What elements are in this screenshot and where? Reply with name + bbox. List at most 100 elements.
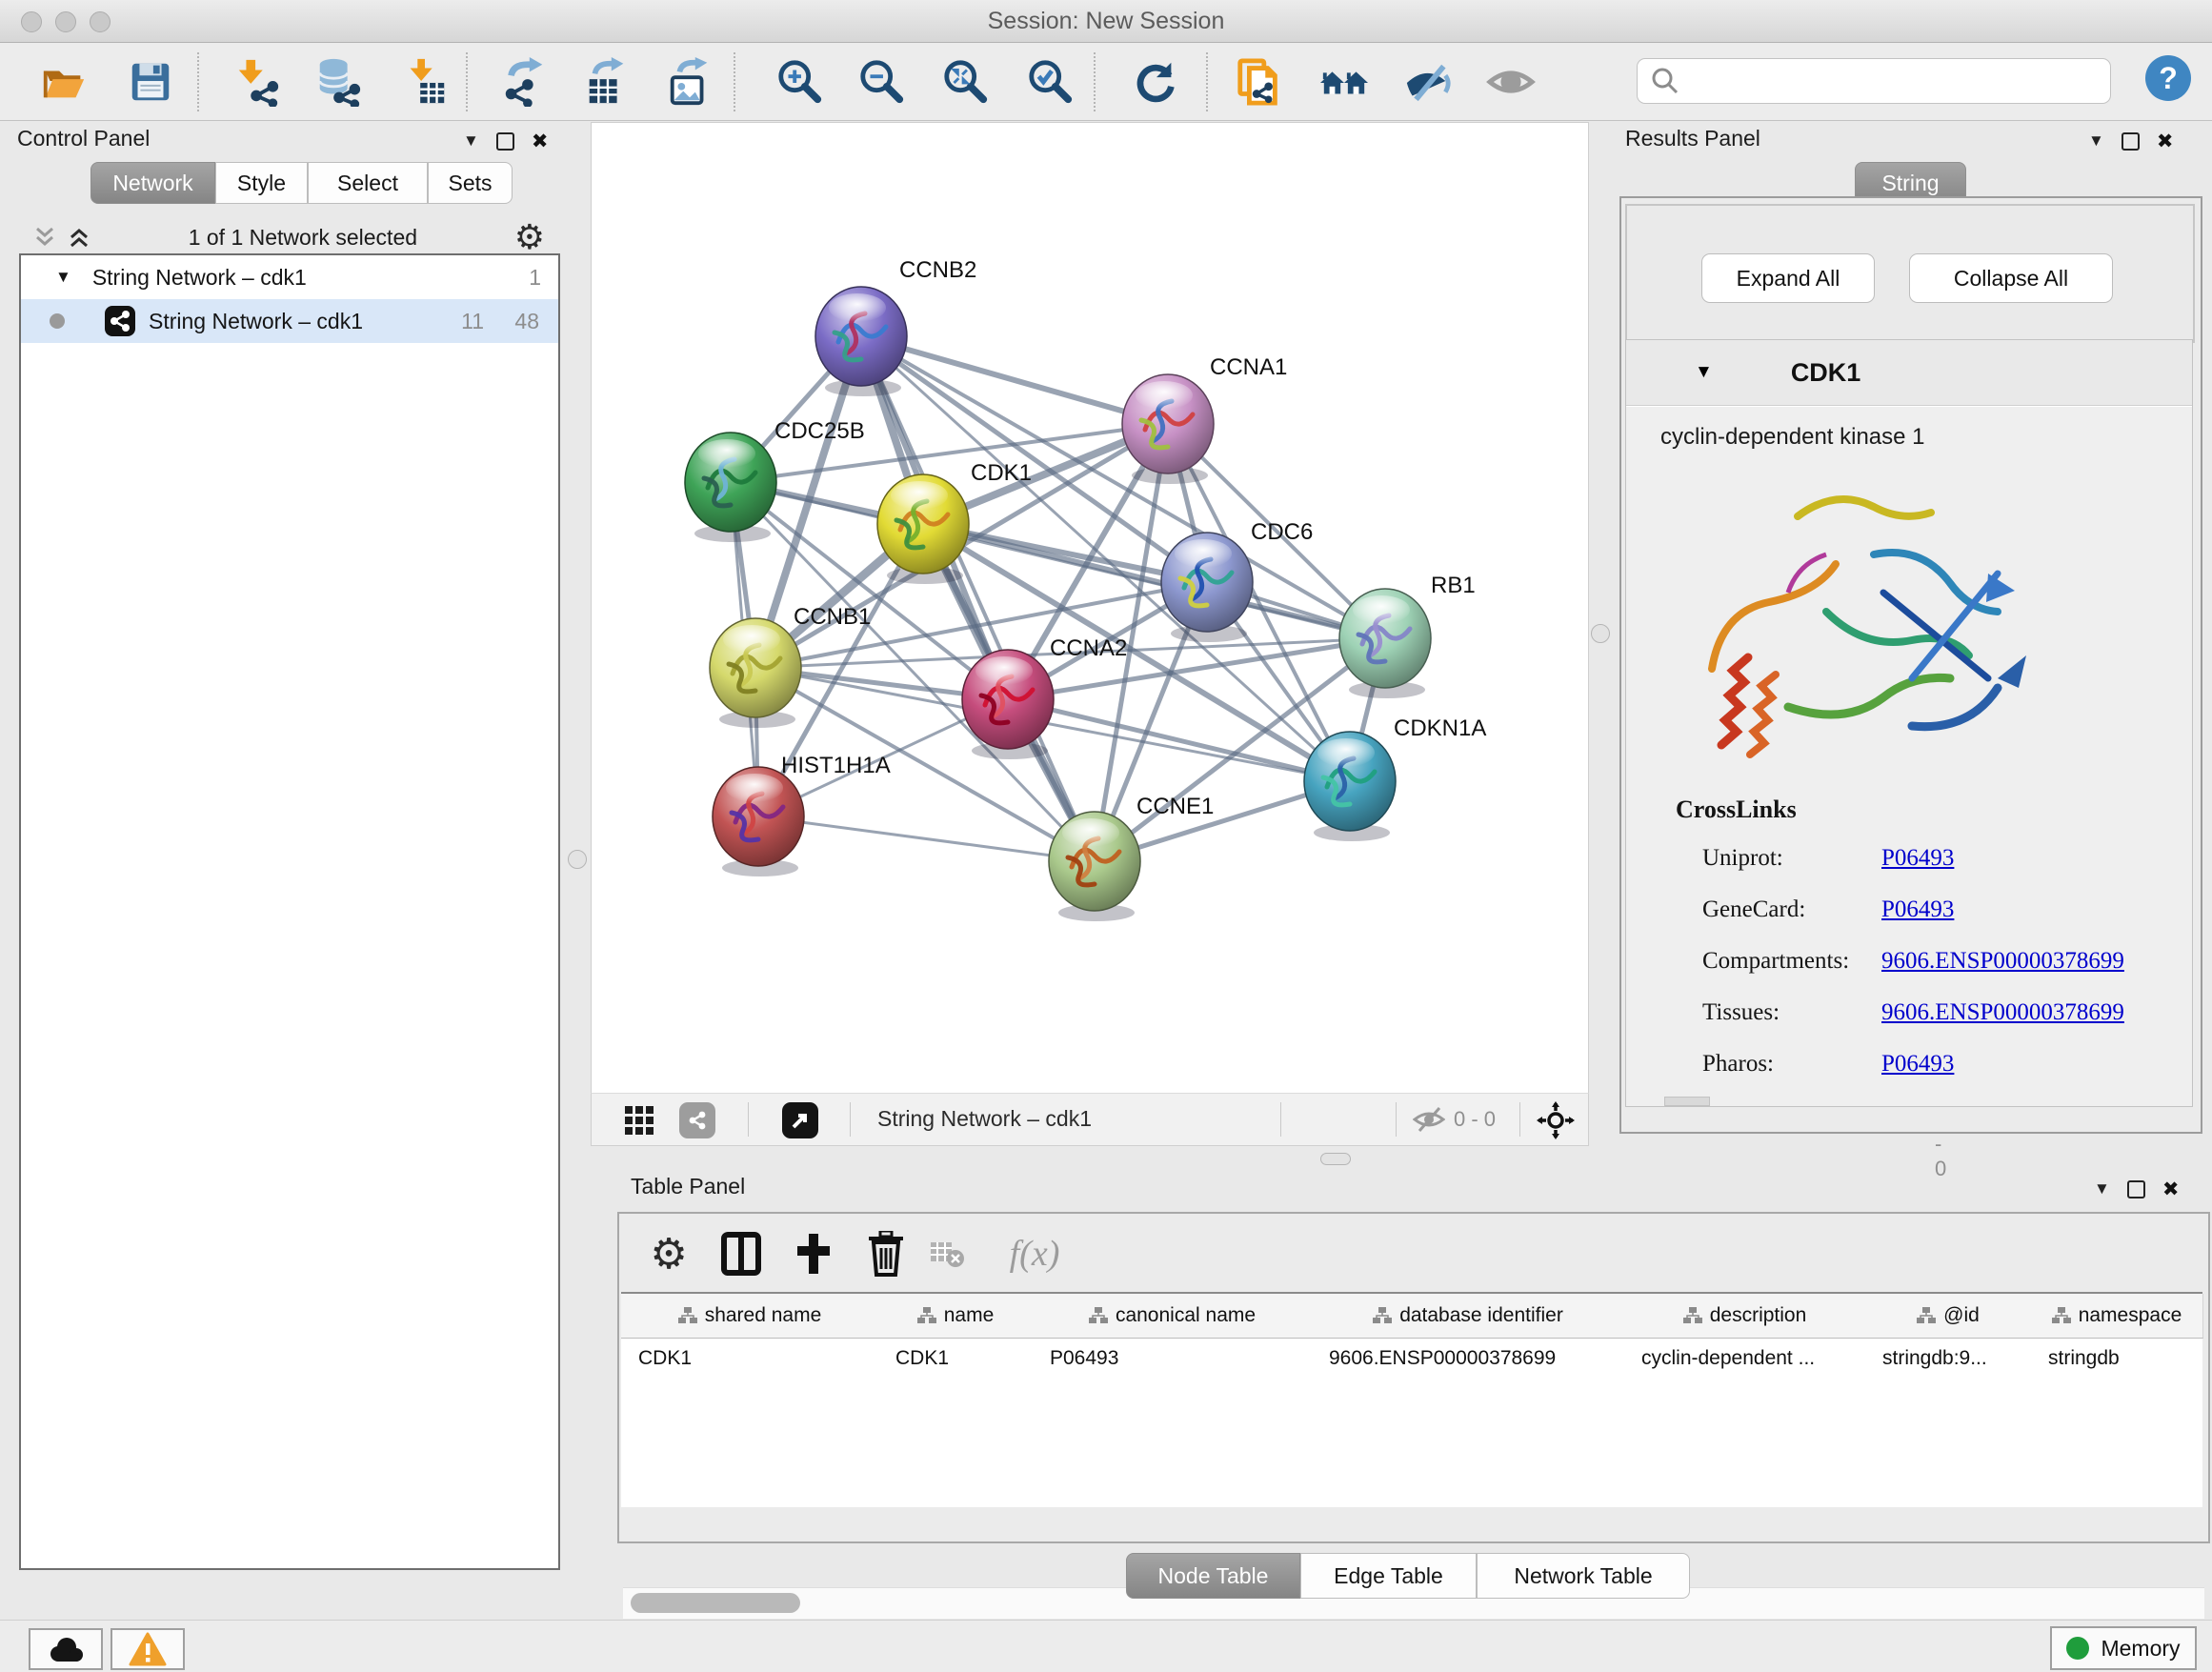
hidden-eye-icon[interactable]	[1413, 1105, 1445, 1138]
save-session-icon[interactable]	[125, 56, 176, 108]
close-panel-icon[interactable]: ✖	[2162, 1178, 2180, 1200]
warning-status-button[interactable]	[111, 1628, 185, 1670]
collapse-panel-icon[interactable]: ▼	[463, 131, 479, 151]
crosslink-value[interactable]: 9606.ENSP00000378699	[1881, 999, 2124, 1026]
table-cell[interactable]: stringdb	[2031, 1339, 2202, 1379]
network-node[interactable]: RB1	[1339, 573, 1476, 698]
table-cell[interactable]: cyclin-dependent ...	[1624, 1339, 1865, 1379]
open-session-icon[interactable]	[38, 56, 90, 108]
table-options-gear-icon[interactable]: ⚙	[642, 1227, 695, 1280]
import-network-file-icon[interactable]	[231, 56, 283, 108]
export-table-icon[interactable]	[581, 56, 633, 108]
collapse-panel-icon[interactable]: ▼	[2094, 1179, 2110, 1199]
fit-selected-crosshair-icon[interactable]	[1537, 1101, 1575, 1144]
network-canvas-container[interactable]: CCNB2CCNA1CDC25BCDK1CDC6RB1CCNB1CCNA2CDK…	[591, 122, 1589, 1094]
hide-selected-icon[interactable]	[1402, 56, 1454, 108]
close-panel-icon[interactable]: ✖	[532, 130, 549, 152]
zoom-in-icon[interactable]	[774, 56, 826, 108]
tab-sets[interactable]: Sets	[428, 162, 513, 204]
memory-button[interactable]: Memory	[2050, 1626, 2197, 1670]
delete-column-trash-icon[interactable]	[859, 1227, 913, 1280]
zoom-out-icon[interactable]	[856, 56, 908, 108]
crosslink-value[interactable]: 9606.ENSP00000378699	[1881, 948, 2124, 975]
grid-view-icon[interactable]	[624, 1105, 654, 1140]
view-toolbar-separator	[850, 1102, 851, 1137]
first-neighbors-icon[interactable]	[1318, 56, 1370, 108]
tab-network-table[interactable]: Network Table	[1477, 1553, 1690, 1599]
left-splitter-handle[interactable]	[568, 850, 587, 869]
export-image-icon[interactable]	[664, 56, 715, 108]
collapse-all-icon[interactable]	[32, 225, 57, 250]
network-row[interactable]: String Network – cdk1 11 48	[21, 299, 558, 343]
section-collapse-icon[interactable]: ▼	[1695, 362, 1713, 383]
column-header[interactable]: database identifier	[1312, 1294, 1625, 1339]
network-node[interactable]: CCNB2	[815, 257, 976, 396]
table-cell[interactable]: stringdb:9...	[1865, 1339, 2031, 1379]
cloud-status-button[interactable]	[29, 1628, 103, 1670]
network-node[interactable]: CDC25B	[685, 418, 865, 542]
tree-expand-icon[interactable]: ▼	[55, 268, 71, 287]
network-node[interactable]: CCNA1	[1122, 354, 1287, 484]
tab-edge-table[interactable]: Edge Table	[1300, 1553, 1477, 1599]
collapse-all-button[interactable]: Collapse All	[1909, 253, 2113, 303]
scrollbar-thumb[interactable]	[631, 1593, 800, 1613]
table-cell[interactable]: CDK1	[621, 1339, 878, 1379]
show-all-icon[interactable]	[1485, 56, 1537, 108]
clone-network-icon[interactable]	[1234, 56, 1285, 108]
network-options-gear-icon[interactable]: ⚙	[514, 218, 545, 257]
birdseye-view-icon[interactable]	[782, 1102, 818, 1138]
column-header[interactable]: @id	[1865, 1294, 2032, 1339]
mini-scrollbar[interactable]	[1664, 1097, 1710, 1106]
export-network-icon[interactable]	[499, 56, 551, 108]
right-splitter-handle[interactable]	[1591, 624, 1610, 643]
network-node[interactable]: CDKN1A	[1304, 715, 1486, 841]
import-table-file-icon[interactable]	[399, 56, 451, 108]
cdk1-section-header[interactable]: ▼ CDK1	[1626, 340, 2192, 406]
network-node[interactable]: HIST1H1A	[713, 753, 891, 876]
search-input[interactable]	[1687, 68, 2110, 94]
column-header[interactable]: description	[1624, 1294, 1866, 1339]
expand-all-button[interactable]: Expand All	[1701, 253, 1875, 303]
show-columns-icon[interactable]	[714, 1227, 768, 1280]
expand-all-icon[interactable]	[67, 225, 91, 250]
import-network-database-icon[interactable]	[312, 56, 364, 108]
close-panel-icon[interactable]: ✖	[2157, 130, 2174, 152]
column-header[interactable]: shared name	[621, 1294, 879, 1339]
crosslink-value[interactable]: P06493	[1881, 896, 1954, 923]
table-cell[interactable]: CDK1	[878, 1339, 1033, 1379]
table-panel-title: Table Panel	[631, 1174, 745, 1199]
horizontal-splitter-handle[interactable]	[1320, 1153, 1351, 1165]
search-box[interactable]	[1637, 58, 2111, 104]
delete-table-icon[interactable]	[926, 1227, 968, 1280]
section-title: CDK1	[1791, 358, 1861, 388]
window-minimize-button[interactable]	[55, 11, 76, 32]
zoom-selected-icon[interactable]	[1025, 56, 1076, 108]
main-toolbar: ?	[0, 43, 2212, 121]
network-collection-row[interactable]: ▼ String Network – cdk1 1	[21, 255, 558, 299]
tab-node-table[interactable]: Node Table	[1126, 1553, 1300, 1599]
column-header[interactable]: name	[878, 1294, 1034, 1339]
tab-select[interactable]: Select	[308, 162, 428, 204]
tab-network[interactable]: Network	[90, 162, 215, 204]
help-icon[interactable]: ?	[2145, 55, 2191, 101]
collapse-panel-icon[interactable]: ▼	[2088, 131, 2104, 151]
float-panel-icon[interactable]	[2122, 132, 2140, 151]
tab-style[interactable]: Style	[215, 162, 308, 204]
function-builder-icon[interactable]: f(x)	[996, 1227, 1073, 1280]
window-close-button[interactable]	[21, 11, 42, 32]
table-cell[interactable]: P06493	[1033, 1339, 1312, 1379]
crosslink-value[interactable]: P06493	[1881, 1051, 1954, 1078]
table-cell[interactable]: 9606.ENSP00000378699	[1312, 1339, 1624, 1379]
network-node[interactable]: CCNB1	[710, 604, 871, 728]
column-header[interactable]: canonical name	[1033, 1294, 1313, 1339]
crosslink-value[interactable]: P06493	[1881, 845, 1954, 872]
create-column-plus-icon[interactable]	[787, 1227, 840, 1280]
zoom-fit-content-icon[interactable]	[940, 56, 992, 108]
float-panel-icon[interactable]	[496, 132, 514, 151]
network-overview-share-icon[interactable]	[679, 1102, 715, 1138]
network-canvas[interactable]: CCNB2CCNA1CDC25BCDK1CDC6RB1CCNB1CCNA2CDK…	[592, 123, 1588, 1093]
float-panel-icon[interactable]	[2127, 1180, 2145, 1199]
column-header[interactable]: namespace	[2031, 1294, 2203, 1339]
refresh-view-icon[interactable]	[1130, 56, 1181, 108]
window-zoom-button[interactable]	[90, 11, 111, 32]
